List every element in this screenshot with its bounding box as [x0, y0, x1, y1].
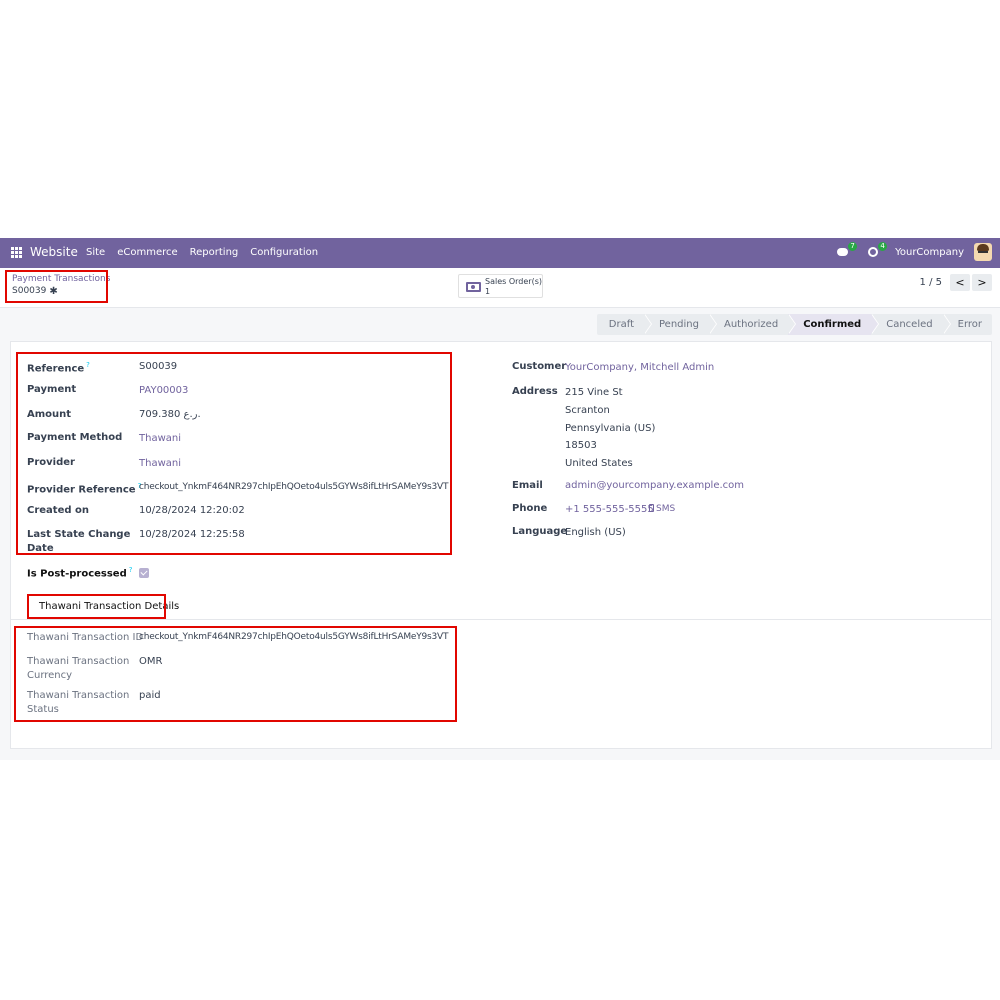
email-label: Email [512, 480, 543, 491]
language-value: English (US) [565, 527, 626, 538]
address-line-5: United States [565, 458, 633, 469]
customer-link[interactable]: YourCompany, Mitchell Admin [565, 362, 714, 373]
address-line-3: Pennsylvania (US) [565, 423, 656, 434]
sms-button[interactable]: SMS [649, 504, 675, 514]
odoo-app: Website Site eCommerce Reporting Configu… [0, 238, 1000, 760]
top-navbar: Website Site eCommerce Reporting Configu… [0, 238, 1000, 268]
menu-configuration[interactable]: Configuration [250, 247, 318, 258]
messages-badge: 7 [848, 242, 858, 251]
nav-menu: Site eCommerce Reporting Configuration [86, 247, 318, 258]
stage-draft[interactable]: Draft [596, 314, 653, 335]
smart-button-label: Sales Order(s) [485, 277, 542, 286]
activity-clock-icon[interactable]: 4 [867, 242, 888, 259]
tab-divider [11, 619, 991, 620]
highlight-thawani-fields [14, 626, 457, 722]
stage-confirmed[interactable]: Confirmed [788, 314, 880, 335]
highlight-transaction-fields [16, 352, 452, 555]
phone-label: Phone [512, 503, 548, 514]
customer-label: Customer [512, 361, 567, 372]
phone-link[interactable]: +1 555-555-5555 [565, 504, 654, 515]
messaging-icon[interactable]: 7 [837, 242, 858, 259]
activities-badge: 4 [878, 242, 888, 251]
smart-button-count: 1 [485, 287, 491, 296]
address-label: Address [512, 386, 558, 397]
post-processed-checkbox[interactable] [139, 568, 149, 578]
help-icon[interactable]: ? [129, 566, 133, 574]
email-link[interactable]: admin@yourcompany.example.com [565, 480, 744, 491]
mobile-icon [649, 504, 654, 512]
systray: 7 4 YourCompany [837, 242, 992, 261]
language-label: Language [512, 526, 568, 537]
post-processed-label: Is Post-processed? [27, 566, 133, 580]
address-line-4: 18503 [565, 440, 597, 451]
pager-prev-button[interactable]: < [950, 274, 970, 291]
control-panel: Payment Transactions S00039 ✱ Sales Order… [0, 268, 1000, 308]
stage-canceled[interactable]: Canceled [871, 314, 952, 335]
menu-site[interactable]: Site [86, 247, 105, 258]
status-bar: Draft Pending Authorized Confirmed Cance… [596, 314, 992, 335]
pager: 1 / 5 < > [920, 274, 992, 291]
app-brand[interactable]: Website [30, 245, 78, 259]
address-line-1: 215 Vine St [565, 387, 623, 398]
menu-reporting[interactable]: Reporting [190, 247, 239, 258]
apps-grid-icon[interactable] [11, 247, 22, 258]
address-line-2: Scranton [565, 405, 610, 416]
stage-authorized[interactable]: Authorized [708, 314, 797, 335]
highlight-thawani-tab [27, 594, 166, 619]
user-avatar[interactable] [974, 243, 992, 261]
pager-value[interactable]: 1 / 5 [920, 277, 942, 288]
money-icon [466, 282, 481, 292]
menu-ecommerce[interactable]: eCommerce [117, 247, 177, 258]
sales-orders-smart-button[interactable]: Sales Order(s) 1 [458, 274, 543, 298]
stage-pending[interactable]: Pending [644, 314, 717, 335]
pager-next-button[interactable]: > [972, 274, 992, 291]
highlight-breadcrumb [5, 270, 108, 303]
company-switcher[interactable]: YourCompany [895, 247, 964, 258]
